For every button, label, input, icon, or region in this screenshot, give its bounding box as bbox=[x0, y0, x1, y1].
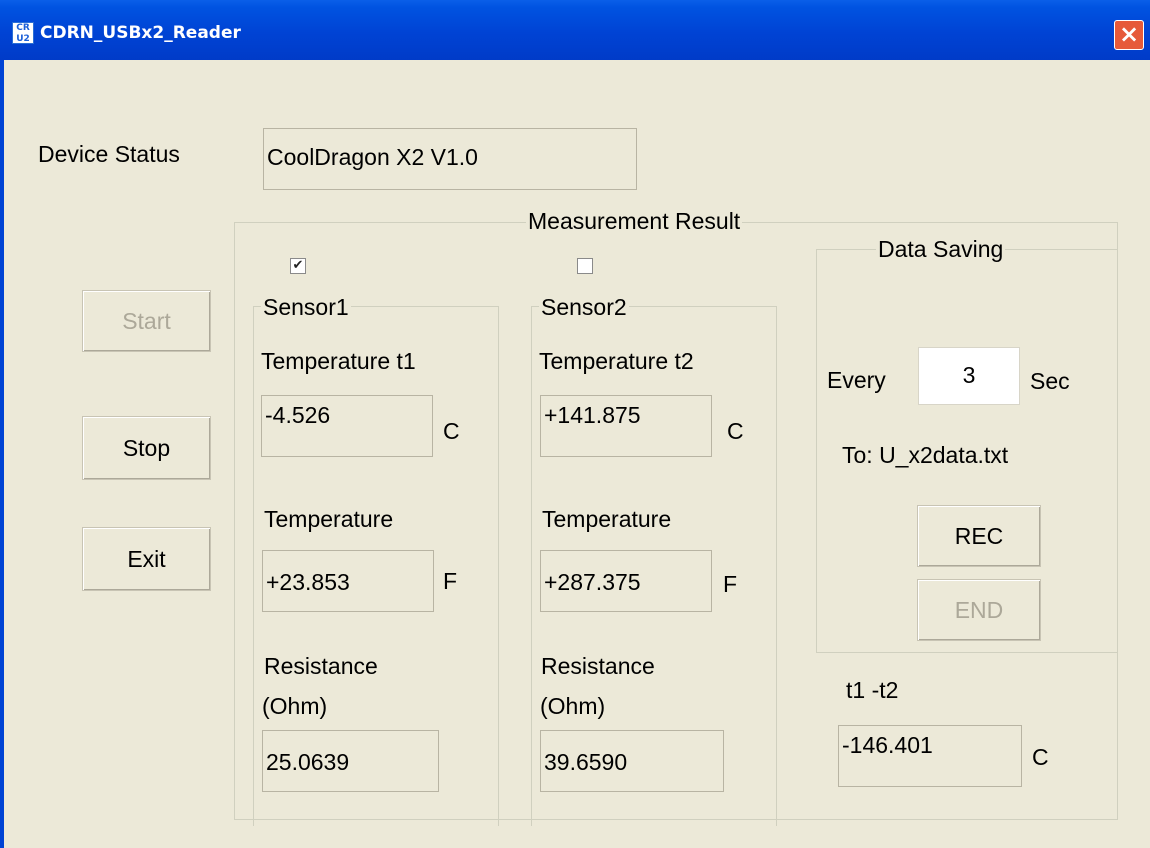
device-status-label: Device Status bbox=[38, 141, 180, 167]
sensor1-temp-f-label: Temperature bbox=[264, 506, 394, 532]
sensor1-resistance-label: Resistance bbox=[264, 653, 378, 679]
sensor2-resistance-label: Resistance bbox=[541, 653, 655, 679]
sensor2-temp-c-unit: C bbox=[727, 418, 744, 444]
app-icon: CR U2 bbox=[12, 22, 34, 44]
interval-input[interactable]: 3 bbox=[918, 347, 1020, 405]
sensor1-resistance-field: 25.0639 bbox=[262, 730, 439, 792]
window-title: CDRN_USBx2_Reader bbox=[40, 23, 241, 43]
sensor1-temp-c-field: -4.526 bbox=[261, 395, 433, 457]
sensor2-temp-c-field: +141.875 bbox=[540, 395, 712, 457]
sensor2-checkbox[interactable] bbox=[577, 258, 593, 274]
end-button[interactable]: END bbox=[917, 579, 1041, 641]
sensor1-temp-c-unit: C bbox=[443, 418, 460, 444]
data-saving-title: Data Saving bbox=[876, 236, 1006, 263]
sensor1-resistance-unit-label: (Ohm) bbox=[262, 693, 328, 719]
sensor1-title: Sensor1 bbox=[261, 294, 351, 321]
sensor2-temp-f-unit: F bbox=[723, 571, 738, 597]
exit-button[interactable]: Exit bbox=[82, 527, 211, 591]
sensor1-temp-f-unit: F bbox=[443, 568, 458, 594]
sensor2-temp-f-field: +287.375 bbox=[540, 550, 712, 612]
title-bar: CR U2 CDRN_USBx2_Reader × bbox=[0, 0, 1150, 60]
sensor2-temp-c-label: Temperature t2 bbox=[539, 348, 694, 374]
sensor1-temp-f-field: +23.853 bbox=[262, 550, 434, 612]
sensor2-resistance-field: 39.6590 bbox=[540, 730, 724, 792]
sensor1-checkbox[interactable]: ✔ bbox=[290, 258, 306, 274]
device-status-field: CoolDragon X2 V1.0 bbox=[263, 128, 637, 190]
close-button[interactable]: × bbox=[1114, 20, 1144, 50]
diff-unit: C bbox=[1032, 744, 1049, 770]
sensor2-temp-f-label: Temperature bbox=[542, 506, 672, 532]
sensor2-title: Sensor2 bbox=[539, 294, 629, 321]
window-border bbox=[0, 60, 4, 848]
sensor2-resistance-unit-label: (Ohm) bbox=[540, 693, 606, 719]
save-target-label: To: U_x2data.txt bbox=[842, 442, 1009, 468]
every-label: Every bbox=[827, 367, 886, 393]
diff-field: -146.401 bbox=[838, 725, 1022, 787]
rec-button[interactable]: REC bbox=[917, 505, 1041, 567]
sensor1-temp-c-label: Temperature t1 bbox=[261, 348, 416, 374]
interval-unit-label: Sec bbox=[1030, 368, 1070, 394]
stop-button[interactable]: Stop bbox=[82, 416, 211, 480]
start-button[interactable]: Start bbox=[82, 290, 211, 352]
measurement-result-title: Measurement Result bbox=[526, 208, 743, 235]
diff-label: t1 -t2 bbox=[846, 677, 899, 703]
